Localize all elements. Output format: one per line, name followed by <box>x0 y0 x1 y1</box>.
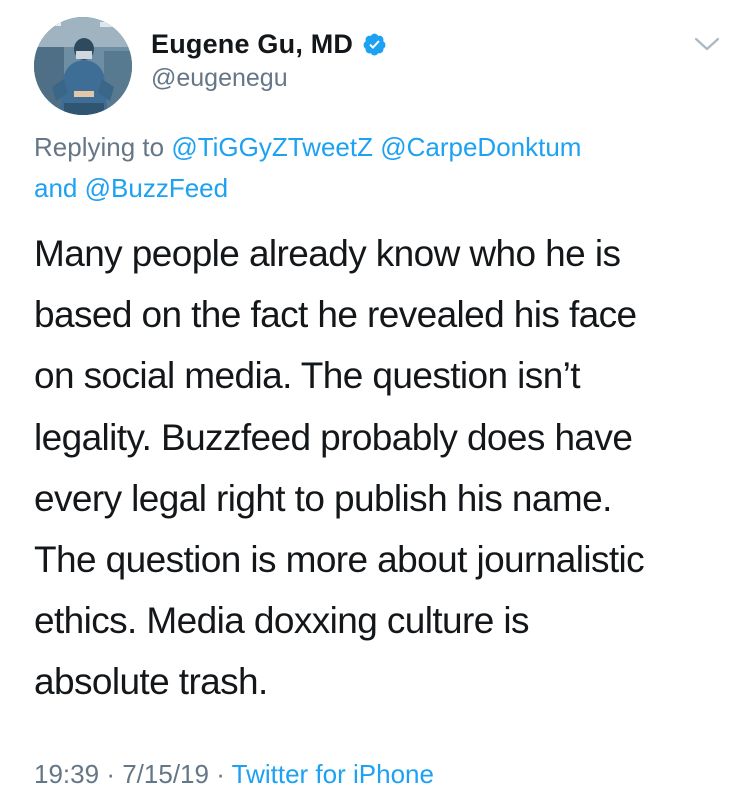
chevron-down-icon[interactable] <box>692 33 722 55</box>
tweet-time[interactable]: 19:39 <box>34 759 99 789</box>
separator: · <box>216 759 225 789</box>
avatar-image <box>34 17 132 115</box>
tweet-text-line: every legal right to publish his name. <box>34 477 612 519</box>
tweet-metadata: 19:39 · 7/15/19 · Twitter for iPhone <box>34 759 434 790</box>
reply-conjunction: and <box>34 173 78 203</box>
tweet-text-line: Many people already know who he is <box>34 233 621 274</box>
tweet-header: Eugene Gu, MD @eugenegu <box>151 26 387 93</box>
tweet-text-line: based on the fact he revealed his face <box>34 294 637 336</box>
tweet-text-line: on social media. The question isn’t <box>34 355 581 397</box>
mention-link[interactable]: @BuzzFeed <box>85 173 228 203</box>
tweet: Eugene Gu, MD @eugenegu Replying to @TiG… <box>0 0 750 806</box>
reply-prefix: Replying to <box>34 132 165 162</box>
tweet-text-line: The question is more about journalistic <box>34 539 645 581</box>
tweet-source-link[interactable]: Twitter for iPhone <box>232 759 434 789</box>
tweet-text-line: absolute trash. <box>34 661 268 703</box>
mention-link[interactable]: @TiGGyZTweetZ <box>171 132 373 162</box>
tweet-text-line: ethics. Media doxxing culture is <box>34 600 530 642</box>
mention-link[interactable]: @CarpeDonktum <box>380 132 581 162</box>
tweet-text-line: legality. Buzzfeed probably does have <box>34 416 633 458</box>
avatar[interactable] <box>34 17 132 115</box>
handle[interactable]: @eugenegu <box>151 64 387 93</box>
verified-badge-icon <box>362 32 387 57</box>
separator: · <box>106 759 115 789</box>
tweet-text: Many people already know who he is based… <box>34 223 734 713</box>
reply-context: Replying to @TiGGyZTweetZ @CarpeDonktum … <box>34 127 724 209</box>
name-row: Eugene Gu, MD <box>151 26 387 62</box>
tweet-date[interactable]: 7/15/19 <box>122 759 209 789</box>
display-name[interactable]: Eugene Gu, MD <box>151 29 353 60</box>
